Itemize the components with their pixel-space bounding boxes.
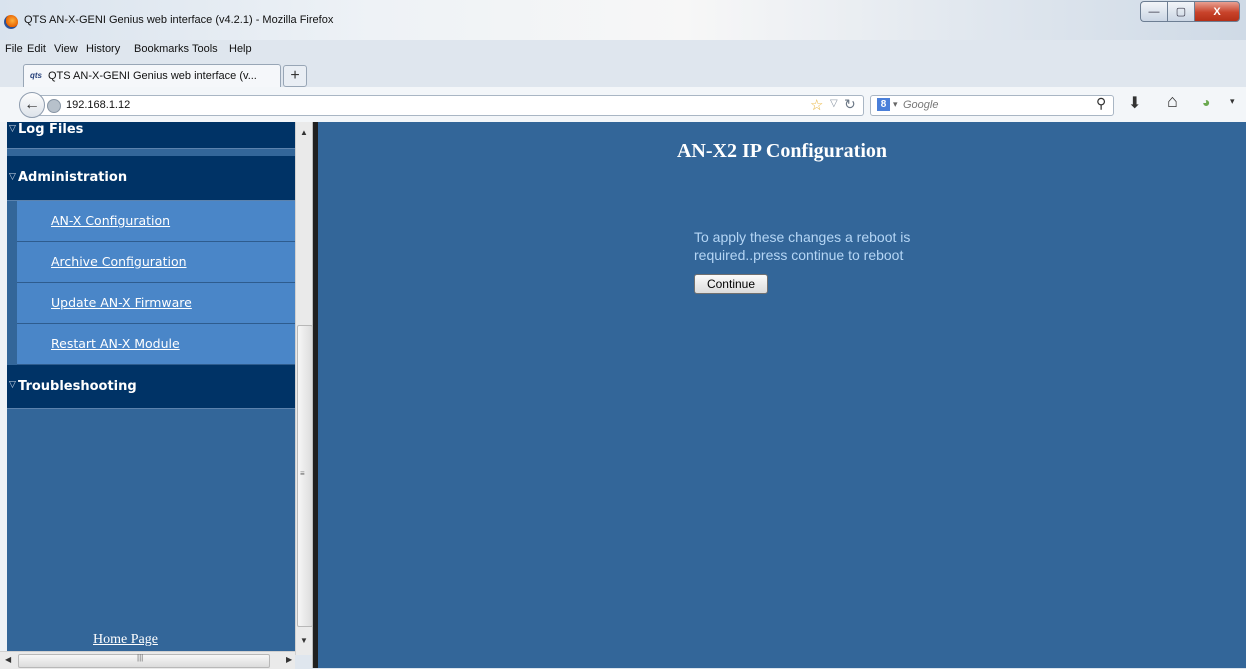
sidebar: ▽ Log Files ▽ Administration AN-X Config… bbox=[0, 122, 295, 668]
url-bar[interactable]: 192.168.1.12 ☆ ▽ ↻ bbox=[35, 95, 864, 116]
tab-strip: qts QTS AN-X-GENI Genius web interface (… bbox=[0, 59, 1246, 87]
search-placeholder: Google bbox=[903, 99, 939, 111]
page-title: AN-X2 IP Configuration bbox=[676, 140, 887, 162]
scroll-up-icon[interactable]: ▲ bbox=[300, 128, 308, 137]
tab-label: QTS AN-X-GENI Genius web interface (v... bbox=[48, 70, 257, 82]
sidebar-item-archive-configuration[interactable]: Archive Configuration bbox=[17, 242, 295, 284]
home-icon[interactable]: ⌂ bbox=[1167, 91, 1178, 112]
scroll-down-icon[interactable]: ▼ bbox=[300, 636, 308, 645]
menu-view[interactable]: View bbox=[54, 43, 78, 55]
sidebar-item-label[interactable]: Archive Configuration bbox=[51, 254, 187, 269]
sidebar-section-log-files[interactable]: ▽ Log Files bbox=[7, 122, 295, 149]
menu-edit[interactable]: Edit bbox=[27, 43, 46, 55]
sidebar-item-label[interactable]: AN-X Configuration bbox=[51, 213, 170, 228]
sidebar-section-label: Administration bbox=[18, 170, 128, 185]
download-icon[interactable]: ⬇ bbox=[1128, 93, 1141, 113]
window-titlebar: QTS AN-X-GENI Genius web interface (v4.2… bbox=[0, 0, 1246, 40]
close-button[interactable]: X bbox=[1194, 1, 1240, 22]
sidebar-item-anx-configuration[interactable]: AN-X Configuration bbox=[17, 201, 295, 243]
qts-favicon-icon: qts bbox=[30, 71, 42, 80]
window-title: QTS AN-X-GENI Genius web interface (v4.2… bbox=[24, 14, 334, 26]
search-bar[interactable]: 8 ▾ Google bbox=[870, 95, 1114, 116]
window-controls: — ▢ X bbox=[1140, 1, 1240, 22]
sidebar-item-update-firmware[interactable]: Update AN-X Firmware bbox=[17, 283, 295, 325]
bookmark-star-icon[interactable]: ☆ bbox=[810, 96, 823, 114]
chevron-down-icon[interactable]: ▾ bbox=[1230, 96, 1235, 107]
menu-bar: File Edit View History Bookmarks Tools H… bbox=[0, 40, 1246, 59]
grip-icon: ||| bbox=[137, 653, 144, 662]
sidebar-item-label[interactable]: Restart AN-X Module bbox=[51, 336, 180, 351]
sidebar-section-label: Log Files bbox=[18, 122, 84, 137]
menu-history[interactable]: History bbox=[86, 43, 120, 55]
scroll-left-icon[interactable]: ◀ bbox=[5, 655, 11, 664]
navigation-bar: 192.168.1.12 ☆ ▽ ↻ ← 8 ▾ Google ⚲ ⬇ ⌂ ◕ … bbox=[0, 87, 1246, 123]
search-icon[interactable]: ⚲ bbox=[1096, 95, 1106, 112]
scroll-right-icon[interactable]: ▶ bbox=[286, 655, 292, 664]
expand-triangle-icon: ▽ bbox=[9, 380, 16, 390]
home-page-link[interactable]: Home Page bbox=[93, 632, 158, 648]
sidebar-vertical-scrollbar[interactable]: ▲ ≡ ▼ bbox=[295, 122, 313, 655]
main-content: AN-X2 IP Configuration To apply these ch… bbox=[318, 122, 1246, 668]
menu-file[interactable]: File bbox=[5, 43, 23, 55]
maximize-button[interactable]: ▢ bbox=[1167, 1, 1194, 22]
sidebar-horizontal-scrollbar[interactable]: ◀ ||| ▶ bbox=[0, 651, 295, 669]
new-tab-button[interactable]: + bbox=[283, 65, 307, 87]
scrollbar-thumb[interactable] bbox=[18, 654, 270, 668]
continue-button[interactable]: Continue bbox=[694, 274, 768, 294]
sidebar-item-restart-module[interactable]: Restart AN-X Module bbox=[17, 324, 295, 366]
expand-triangle-icon: ▽ bbox=[9, 172, 16, 182]
menu-help[interactable]: Help bbox=[229, 43, 252, 55]
search-engine-icon[interactable]: 8 bbox=[877, 98, 890, 111]
globe-icon bbox=[47, 99, 61, 113]
url-text: 192.168.1.12 bbox=[66, 99, 131, 111]
chevron-down-icon[interactable]: ▾ bbox=[893, 99, 898, 110]
sidebar-section-label: Troubleshooting bbox=[18, 379, 137, 394]
history-dropdown-icon[interactable]: ▽ bbox=[830, 98, 838, 109]
sidebar-section-administration[interactable]: ▽ Administration bbox=[7, 156, 295, 201]
tab-qts[interactable]: qts QTS AN-X-GENI Genius web interface (… bbox=[23, 64, 281, 87]
expand-triangle-icon: ▽ bbox=[9, 124, 16, 134]
menu-tools[interactable]: Tools bbox=[192, 43, 218, 55]
sidebar-item-label[interactable]: Update AN-X Firmware bbox=[51, 295, 192, 310]
back-button[interactable]: ← bbox=[19, 92, 45, 118]
reload-icon[interactable]: ↻ bbox=[844, 96, 856, 113]
menu-bookmarks[interactable]: Bookmarks bbox=[134, 43, 189, 55]
addon-icon[interactable]: ◕ bbox=[1202, 94, 1210, 110]
minimize-button[interactable]: — bbox=[1140, 1, 1167, 22]
grip-icon: ≡ bbox=[300, 469, 305, 478]
firefox-icon bbox=[4, 15, 18, 29]
sidebar-section-troubleshooting[interactable]: ▽ Troubleshooting bbox=[7, 365, 295, 409]
reboot-message: To apply these changes a reboot is requi… bbox=[694, 229, 911, 263]
